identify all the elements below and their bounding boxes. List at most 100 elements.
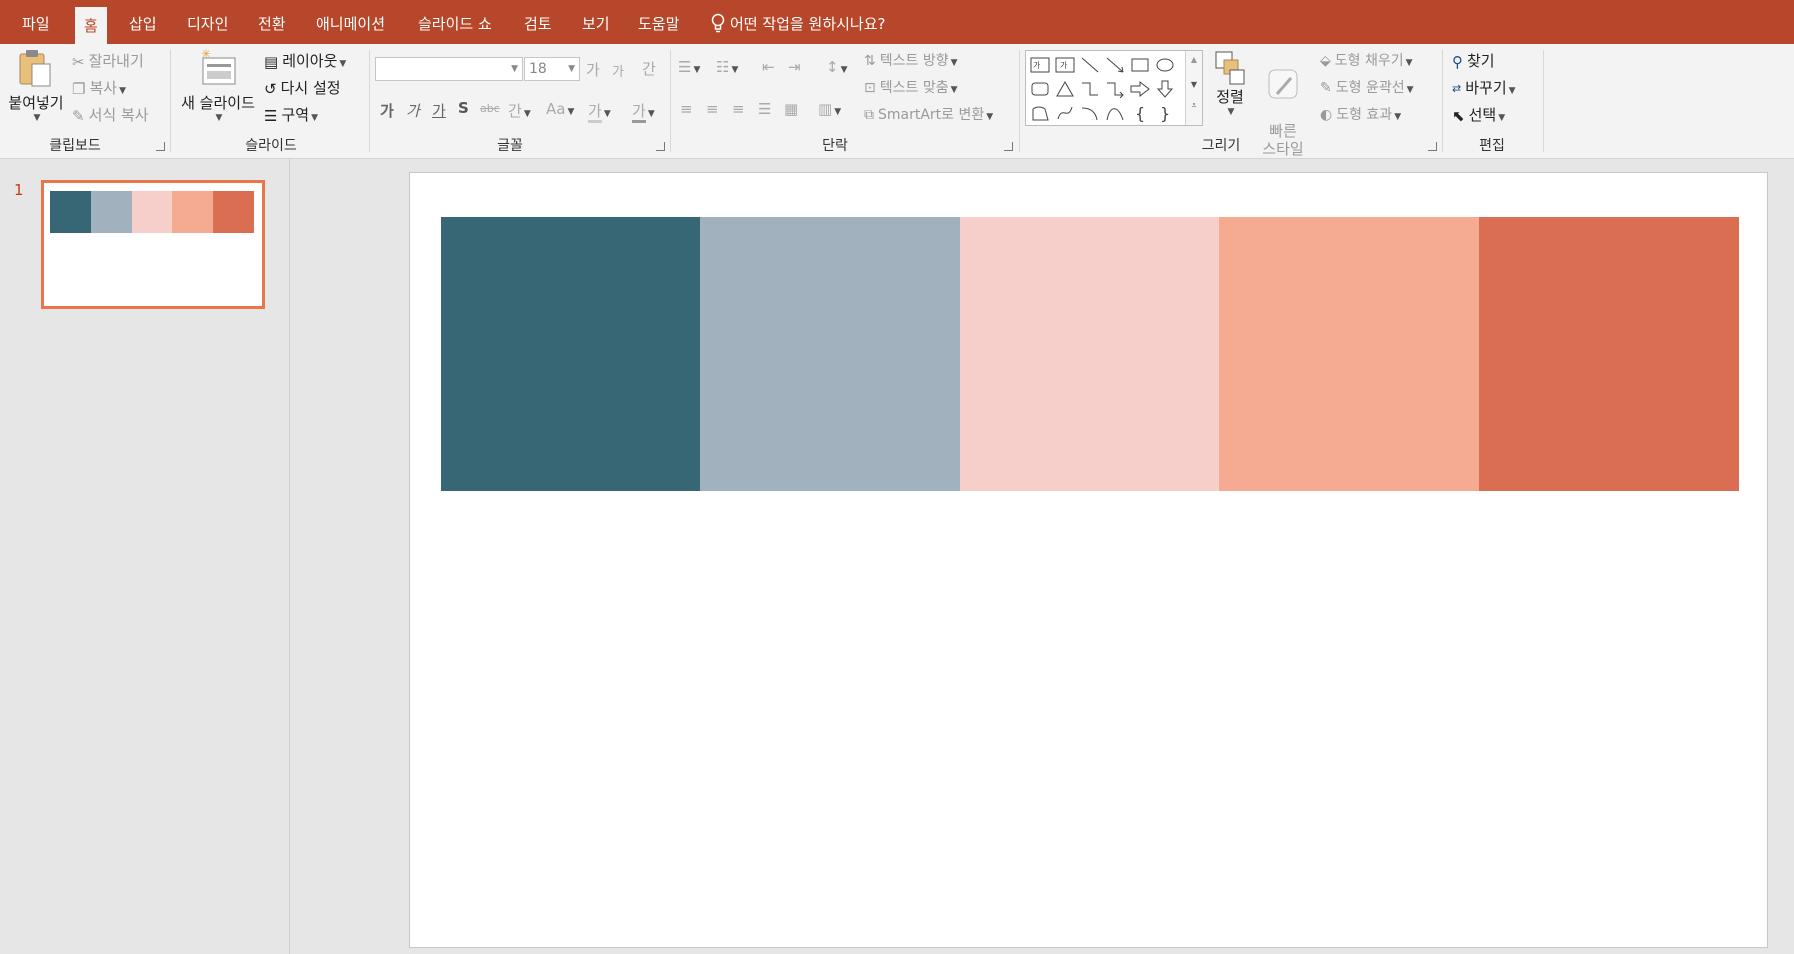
left-brace-shape-icon[interactable]: { [1129, 103, 1151, 123]
chevron-down-icon[interactable]: ▼ [568, 58, 575, 80]
align-text-button[interactable]: ⊡ 텍스트 맞춤 ▼ [864, 77, 958, 97]
oval-shape-icon[interactable] [1154, 55, 1176, 75]
bold-button[interactable]: 가 [380, 100, 394, 121]
section-button[interactable]: ☰ 구역 ▼ [264, 104, 318, 125]
text-direction-button[interactable]: ⇅ 텍스트 방향 ▼ [864, 50, 958, 70]
smartart-button[interactable]: ⧉ SmartArt로 변환 ▼ [864, 104, 993, 124]
underline-button[interactable]: 가 [432, 100, 446, 121]
shape-outline-button[interactable]: ✎ 도형 윤곽선 ▼ [1320, 77, 1414, 97]
find-button[interactable]: ⚲ 찾기 [1452, 50, 1495, 71]
drawing-launcher-icon[interactable] [1428, 142, 1437, 151]
change-case-button[interactable]: Aa ▼ [546, 100, 574, 118]
copy-button[interactable]: ❐ 복사 ▼ [72, 77, 126, 98]
strikethrough-button[interactable]: abc [480, 102, 500, 115]
clipboard-launcher-icon[interactable] [156, 142, 165, 151]
line-spacing-button[interactable]: ↕ ▼ [826, 58, 848, 76]
thumbnail-color-swatch[interactable] [90, 191, 132, 233]
increase-indent-button[interactable]: ⇥ [788, 58, 801, 76]
arc-shape-icon[interactable] [1079, 103, 1101, 123]
reset-button[interactable]: ↺ 다시 설정 [264, 77, 341, 98]
freeform-shape-icon[interactable] [1029, 103, 1051, 123]
shape-fill-button[interactable]: ⬙ 도형 채우기 ▼ [1320, 50, 1413, 70]
tab-transitions[interactable]: 전환 [258, 0, 286, 44]
numbering-button[interactable]: ☷ ▼ [716, 58, 738, 76]
replace-button[interactable]: ⇄ 바꾸기 ▼ [1452, 77, 1516, 98]
highlight-button[interactable]: 가 ▼ [588, 100, 611, 123]
decrease-indent-button[interactable]: ⇤ [762, 58, 775, 76]
bullets-button[interactable]: ☰ ▼ [678, 58, 700, 76]
font-color-button[interactable]: 가 ▼ [632, 100, 655, 123]
font-size-combo[interactable]: 18 ▼ [524, 57, 580, 81]
tab-slideshow[interactable]: 슬라이드 쇼 [418, 0, 492, 44]
paste-dropdown-icon[interactable]: ▼ [8, 113, 66, 123]
font-launcher-icon[interactable] [656, 142, 665, 151]
right-arrow-shape-icon[interactable] [1129, 79, 1151, 99]
color-swatch-rectangle[interactable] [1478, 217, 1739, 491]
color-swatch-rectangle[interactable] [441, 217, 701, 491]
layout-button[interactable]: ▤ 레이아웃 ▼ [264, 50, 346, 71]
rounded-rect-shape-icon[interactable] [1029, 79, 1051, 99]
shadow-button[interactable]: S [458, 99, 469, 117]
format-painter-button[interactable]: ✎ 서식 복사 [72, 104, 149, 125]
elbow-arrow-shape-icon[interactable] [1104, 79, 1126, 99]
char-spacing-button[interactable]: 간 ▼ [508, 100, 531, 121]
line-shape-icon[interactable] [1079, 55, 1101, 75]
color-swatch-rectangle[interactable] [700, 217, 961, 491]
align-right-button[interactable]: ≡ [732, 100, 745, 118]
rectangle-shape-icon[interactable] [1129, 55, 1151, 75]
textbox-shape-icon[interactable]: 가 [1029, 55, 1051, 75]
tab-home[interactable]: 홈 [75, 7, 107, 44]
justify-button[interactable]: ☰ [758, 100, 771, 118]
color-swatch-rectangle[interactable] [1219, 217, 1480, 491]
align-center-button[interactable]: ≡ [706, 100, 719, 118]
down-arrow-shape-icon[interactable] [1154, 79, 1176, 99]
clear-format-button[interactable]: 간 [642, 58, 656, 79]
font-name-combo[interactable]: ▼ [375, 57, 523, 81]
shape-effects-button[interactable]: ◐ 도형 효과 ▼ [1320, 104, 1401, 124]
cut-button[interactable]: ✂ 잘라내기 [72, 50, 144, 71]
gallery-scrollbar[interactable]: ▲ ▼ ⩡ [1185, 51, 1202, 125]
arrange-button[interactable]: 정렬 ▼ [1208, 48, 1252, 134]
slide-canvas[interactable] [409, 172, 1768, 948]
vertical-textbox-shape-icon[interactable]: 가 [1054, 55, 1076, 75]
paragraph-launcher-icon[interactable] [1004, 142, 1013, 151]
tab-file[interactable]: 파일 [22, 0, 50, 44]
copy-dropdown-icon[interactable]: ▼ [119, 86, 126, 96]
tab-view[interactable]: 보기 [582, 0, 610, 44]
scribble-shape-icon[interactable] [1054, 103, 1076, 123]
thumbnail-color-swatch[interactable] [50, 191, 91, 233]
triangle-shape-icon[interactable] [1054, 79, 1076, 99]
tab-review[interactable]: 검토 [524, 0, 552, 44]
paste-button[interactable]: 붙여넣기 ▼ [6, 48, 66, 134]
color-swatch-rectangle[interactable] [959, 217, 1220, 491]
arrow-line-shape-icon[interactable] [1104, 55, 1126, 75]
curve-shape-icon[interactable] [1104, 103, 1126, 123]
align-left-button[interactable]: ≡ [680, 100, 693, 118]
tab-help[interactable]: 도움말 [638, 0, 679, 44]
new-slide-button[interactable]: ✳ 새 슬라이드 ▼ [176, 48, 260, 134]
chevron-down-icon[interactable]: ▼ [511, 58, 518, 80]
shapes-gallery[interactable]: 가 가 { } ▲ ▼ ⩡ [1025, 50, 1203, 126]
tab-insert[interactable]: 삽입 [129, 0, 157, 44]
scroll-down-icon[interactable]: ▼ [1186, 80, 1202, 89]
columns-button[interactable]: ▥ ▼ [818, 100, 841, 118]
scroll-up-icon[interactable]: ▲ [1186, 55, 1202, 64]
select-button[interactable]: ⬉ 선택 ▼ [1452, 104, 1505, 125]
quick-styles-button[interactable]: 빠른 스타일 [1254, 48, 1312, 158]
arrange-dropdown-icon[interactable]: ▼ [1210, 107, 1252, 117]
shrink-font-button[interactable]: 가 [612, 61, 624, 80]
new-slide-dropdown-icon[interactable]: ▼ [178, 113, 260, 123]
thumbnail-color-swatch[interactable] [213, 191, 255, 233]
gallery-more-icon[interactable]: ⩡ [1186, 101, 1202, 111]
grow-font-button[interactable]: 가 [586, 59, 600, 80]
thumbnail-color-swatch[interactable] [172, 191, 214, 233]
distribute-button[interactable]: ▦ [784, 100, 798, 118]
right-brace-shape-icon[interactable]: } [1154, 103, 1176, 123]
thumbnail-color-swatch[interactable] [131, 191, 173, 233]
tab-animations[interactable]: 애니메이션 [316, 0, 385, 44]
slide-thumbnail[interactable] [41, 180, 265, 309]
elbow-connector-shape-icon[interactable] [1079, 79, 1101, 99]
tab-design[interactable]: 디자인 [187, 0, 228, 44]
italic-button[interactable]: 가 [406, 100, 420, 121]
tell-me-search[interactable]: 어떤 작업을 원하시나요? [710, 0, 886, 44]
